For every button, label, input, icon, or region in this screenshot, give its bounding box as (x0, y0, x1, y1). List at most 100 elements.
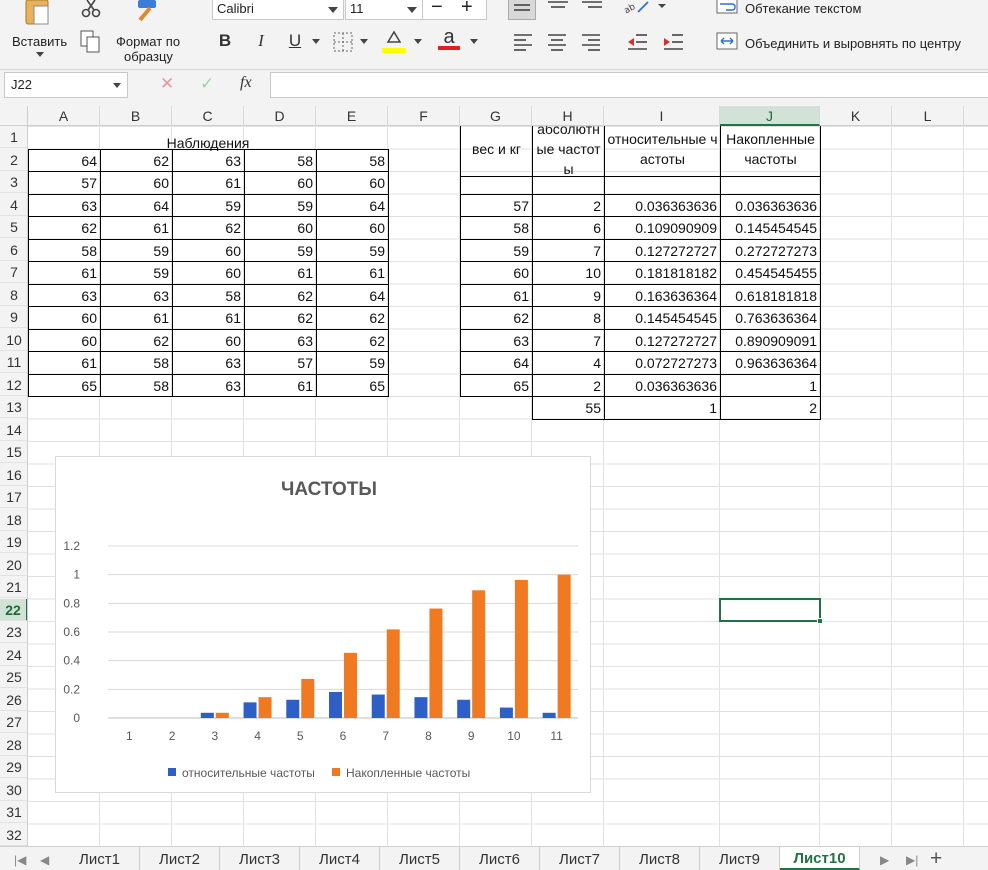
row-header-9[interactable]: 9 (0, 306, 27, 328)
observation-cell[interactable]: 62 (316, 307, 386, 329)
observation-cell[interactable]: 59 (244, 240, 314, 262)
row-header-22[interactable]: 22 (0, 598, 27, 621)
observation-cell[interactable]: 63 (172, 375, 242, 397)
total-cell[interactable]: 1 (604, 397, 718, 419)
frequency-cell[interactable]: 6 (532, 217, 602, 239)
merge-center-button[interactable]: Объединить и выровнять по центру (745, 36, 961, 51)
observation-cell[interactable]: 63 (28, 195, 98, 217)
frequency-cell[interactable]: 9 (532, 285, 602, 307)
row-header-30[interactable]: 30 (0, 779, 27, 801)
observation-cell[interactable]: 61 (172, 307, 242, 329)
observation-cell[interactable]: 61 (244, 375, 314, 397)
row-header-31[interactable]: 31 (0, 801, 27, 823)
row-header-20[interactable]: 20 (0, 554, 27, 576)
cancel-icon[interactable]: ✕ (160, 74, 174, 94)
observation-cell[interactable]: 64 (316, 285, 386, 307)
observation-cell[interactable]: 62 (100, 150, 170, 172)
total-cell[interactable]: 55 (532, 397, 602, 419)
column-header-e[interactable]: E (316, 106, 388, 126)
row-header-6[interactable]: 6 (0, 239, 27, 261)
observation-cell[interactable]: 62 (244, 285, 314, 307)
observation-cell[interactable]: 59 (100, 262, 170, 284)
row-header-11[interactable]: 11 (0, 351, 27, 373)
observation-cell[interactable]: 64 (28, 150, 98, 172)
frequency-cell[interactable]: 0.763636364 (720, 307, 818, 329)
first-sheet-icon[interactable]: |◀ (14, 853, 26, 867)
borders-dropdown-icon[interactable] (360, 39, 368, 44)
frequency-cell[interactable]: 0.109090909 (604, 217, 718, 239)
row-header-15[interactable]: 15 (0, 441, 27, 463)
observation-cell[interactable]: 61 (100, 217, 170, 239)
frequency-cell[interactable]: 0.145454545 (604, 307, 718, 329)
frequency-cell[interactable]: 0.890909091 (720, 330, 818, 352)
frequency-cell[interactable]: 0.272727273 (720, 240, 818, 262)
fill-color-icon[interactable] (382, 28, 406, 57)
decrease-indent-icon[interactable] (626, 32, 648, 55)
observation-cell[interactable]: 60 (172, 330, 242, 352)
frequency-cell[interactable]: 2 (532, 375, 602, 397)
row-header-24[interactable]: 24 (0, 644, 27, 666)
name-box[interactable]: J22 (4, 72, 128, 98)
sheet-tab-6[interactable]: Лист6 (460, 847, 540, 870)
add-sheet-button[interactable]: + (930, 847, 942, 870)
observation-cell[interactable]: 61 (244, 262, 314, 284)
column-header-i[interactable]: I (604, 106, 720, 126)
paste-dropdown-icon[interactable] (36, 52, 44, 57)
column-header-h[interactable]: H (532, 106, 604, 126)
observation-cell[interactable]: 59 (244, 195, 314, 217)
frequency-cell[interactable]: 0.618181818 (720, 285, 818, 307)
frequency-cell[interactable]: 0.036363636 (604, 195, 718, 217)
row-header-10[interactable]: 10 (0, 329, 27, 351)
insert-function-icon[interactable]: fx (240, 74, 252, 92)
sheet-tab-2[interactable]: Лист2 (140, 847, 220, 870)
increase-font-icon[interactable]: + (461, 0, 473, 17)
observation-cell[interactable]: 59 (172, 195, 242, 217)
observation-cell[interactable]: 60 (244, 172, 314, 194)
select-all-button[interactable] (0, 106, 28, 126)
align-bottom-icon[interactable] (580, 0, 604, 15)
observation-cell[interactable]: 58 (316, 150, 386, 172)
row-header-28[interactable]: 28 (0, 734, 27, 756)
row-header-21[interactable]: 21 (0, 576, 27, 598)
frequency-cell[interactable]: 8 (532, 307, 602, 329)
align-middle-icon[interactable] (546, 0, 570, 15)
observation-cell[interactable]: 60 (316, 217, 386, 239)
last-sheet-icon[interactable]: ▶| (906, 853, 918, 867)
column-header-c[interactable]: C (172, 106, 244, 126)
scissors-icon[interactable] (80, 0, 102, 21)
paste-button[interactable]: Вставить (12, 34, 67, 49)
frequency-cell[interactable]: 4 (532, 352, 602, 374)
font-color-button[interactable]: a (436, 26, 462, 52)
frequency-cell[interactable]: 0.127272727 (604, 240, 718, 262)
observation-cell[interactable]: 63 (244, 330, 314, 352)
frequency-cell[interactable]: 0.454545455 (720, 262, 818, 284)
column-header-g[interactable]: G (460, 106, 532, 126)
frequency-cell[interactable]: 0.963636364 (720, 352, 818, 374)
row-header-2[interactable]: 2 (0, 149, 27, 171)
row-header-27[interactable]: 27 (0, 711, 27, 733)
wrap-text-button[interactable]: Обтекание текстом (745, 1, 861, 16)
frequency-cell[interactable]: 57 (460, 195, 530, 217)
increase-indent-icon[interactable] (662, 32, 684, 55)
row-header-13[interactable]: 13 (0, 396, 27, 418)
observation-cell[interactable]: 64 (316, 195, 386, 217)
frequency-cell[interactable]: 59 (460, 240, 530, 262)
observation-cell[interactable]: 60 (244, 217, 314, 239)
observation-cell[interactable]: 57 (28, 172, 98, 194)
column-header-f[interactable]: F (388, 106, 460, 126)
frequency-cell[interactable]: 58 (460, 217, 530, 239)
selected-cell[interactable] (719, 597, 823, 624)
row-header-1[interactable]: 1 (0, 126, 27, 148)
frequency-cell[interactable]: 2 (532, 195, 602, 217)
sheet-tab-8[interactable]: Лист8 (620, 847, 700, 870)
frequency-cell[interactable]: 0.036363636 (604, 375, 718, 397)
frequency-cell[interactable]: 0.072727273 (604, 352, 718, 374)
sheet-tab-1[interactable]: Лист1 (60, 847, 140, 870)
prev-sheet-icon[interactable]: ◀ (40, 853, 49, 867)
observation-cell[interactable]: 64 (100, 195, 170, 217)
frequency-cell[interactable]: 1 (720, 375, 818, 397)
sheet-tab-9[interactable]: Лист9 (700, 847, 780, 870)
confirm-icon[interactable]: ✓ (200, 74, 214, 94)
row-header-25[interactable]: 25 (0, 666, 27, 688)
underline-dropdown-icon[interactable] (312, 39, 320, 44)
